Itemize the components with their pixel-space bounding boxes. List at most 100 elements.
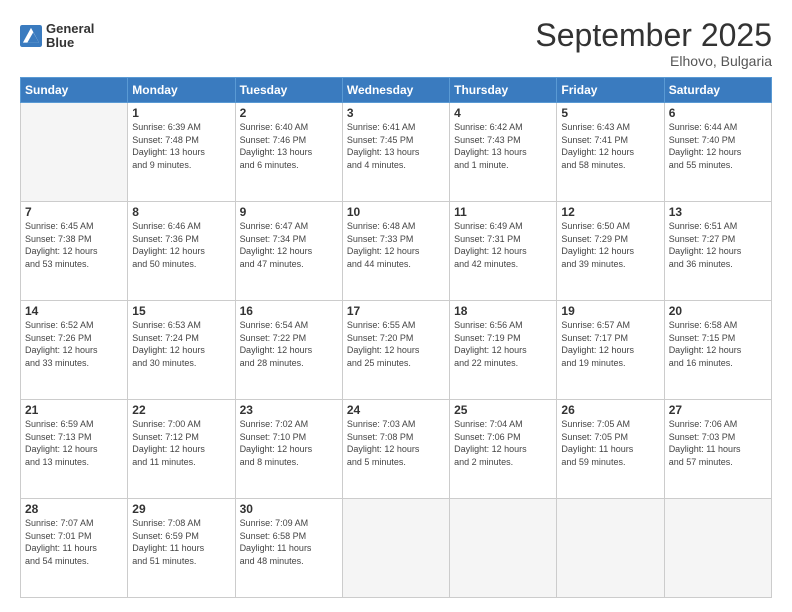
day-number: 9 — [240, 205, 338, 219]
day-number: 27 — [669, 403, 767, 417]
calendar-week-row: 7Sunrise: 6:45 AM Sunset: 7:38 PM Daylig… — [21, 202, 772, 301]
calendar-day-cell: 21Sunrise: 6:59 AM Sunset: 7:13 PM Dayli… — [21, 400, 128, 499]
page-subtitle: Elhovo, Bulgaria — [535, 53, 772, 69]
day-number: 23 — [240, 403, 338, 417]
day-number: 8 — [132, 205, 230, 219]
calendar-day-cell: 13Sunrise: 6:51 AM Sunset: 7:27 PM Dayli… — [664, 202, 771, 301]
calendar-day-cell: 6Sunrise: 6:44 AM Sunset: 7:40 PM Daylig… — [664, 103, 771, 202]
day-number: 11 — [454, 205, 552, 219]
calendar-day-cell: 26Sunrise: 7:05 AM Sunset: 7:05 PM Dayli… — [557, 400, 664, 499]
calendar-day-cell: 25Sunrise: 7:04 AM Sunset: 7:06 PM Dayli… — [450, 400, 557, 499]
day-info: Sunrise: 6:49 AM Sunset: 7:31 PM Dayligh… — [454, 220, 552, 270]
logo-line1: General — [46, 22, 94, 36]
day-info: Sunrise: 6:47 AM Sunset: 7:34 PM Dayligh… — [240, 220, 338, 270]
calendar-day-cell: 16Sunrise: 6:54 AM Sunset: 7:22 PM Dayli… — [235, 301, 342, 400]
calendar-day-cell — [342, 499, 449, 598]
calendar-day-cell: 18Sunrise: 6:56 AM Sunset: 7:19 PM Dayli… — [450, 301, 557, 400]
day-info: Sunrise: 6:52 AM Sunset: 7:26 PM Dayligh… — [25, 319, 123, 369]
day-number: 29 — [132, 502, 230, 516]
day-info: Sunrise: 6:55 AM Sunset: 7:20 PM Dayligh… — [347, 319, 445, 369]
calendar-day-cell: 3Sunrise: 6:41 AM Sunset: 7:45 PM Daylig… — [342, 103, 449, 202]
calendar-day-cell: 5Sunrise: 6:43 AM Sunset: 7:41 PM Daylig… — [557, 103, 664, 202]
day-info: Sunrise: 6:57 AM Sunset: 7:17 PM Dayligh… — [561, 319, 659, 369]
calendar-day-cell: 10Sunrise: 6:48 AM Sunset: 7:33 PM Dayli… — [342, 202, 449, 301]
day-number: 28 — [25, 502, 123, 516]
page-title: September 2025 — [535, 18, 772, 53]
calendar-day-cell — [664, 499, 771, 598]
day-info: Sunrise: 6:59 AM Sunset: 7:13 PM Dayligh… — [25, 418, 123, 468]
day-number: 4 — [454, 106, 552, 120]
day-number: 15 — [132, 304, 230, 318]
calendar-weekday-wednesday: Wednesday — [342, 78, 449, 103]
day-number: 6 — [669, 106, 767, 120]
calendar-weekday-sunday: Sunday — [21, 78, 128, 103]
day-number: 14 — [25, 304, 123, 318]
calendar-day-cell: 4Sunrise: 6:42 AM Sunset: 7:43 PM Daylig… — [450, 103, 557, 202]
day-number: 24 — [347, 403, 445, 417]
day-number: 13 — [669, 205, 767, 219]
calendar-day-cell: 23Sunrise: 7:02 AM Sunset: 7:10 PM Dayli… — [235, 400, 342, 499]
calendar-day-cell: 30Sunrise: 7:09 AM Sunset: 6:58 PM Dayli… — [235, 499, 342, 598]
logo: General Blue — [20, 22, 94, 51]
calendar-day-cell: 12Sunrise: 6:50 AM Sunset: 7:29 PM Dayli… — [557, 202, 664, 301]
calendar-day-cell: 1Sunrise: 6:39 AM Sunset: 7:48 PM Daylig… — [128, 103, 235, 202]
calendar-day-cell: 22Sunrise: 7:00 AM Sunset: 7:12 PM Dayli… — [128, 400, 235, 499]
day-number: 16 — [240, 304, 338, 318]
day-info: Sunrise: 6:43 AM Sunset: 7:41 PM Dayligh… — [561, 121, 659, 171]
day-number: 22 — [132, 403, 230, 417]
title-block: September 2025 Elhovo, Bulgaria — [535, 18, 772, 69]
day-number: 18 — [454, 304, 552, 318]
calendar-day-cell: 9Sunrise: 6:47 AM Sunset: 7:34 PM Daylig… — [235, 202, 342, 301]
day-number: 21 — [25, 403, 123, 417]
day-number: 12 — [561, 205, 659, 219]
day-info: Sunrise: 6:56 AM Sunset: 7:19 PM Dayligh… — [454, 319, 552, 369]
day-number: 19 — [561, 304, 659, 318]
day-number: 3 — [347, 106, 445, 120]
day-number: 7 — [25, 205, 123, 219]
day-info: Sunrise: 6:53 AM Sunset: 7:24 PM Dayligh… — [132, 319, 230, 369]
day-number: 1 — [132, 106, 230, 120]
calendar-day-cell — [557, 499, 664, 598]
calendar-weekday-friday: Friday — [557, 78, 664, 103]
day-info: Sunrise: 6:44 AM Sunset: 7:40 PM Dayligh… — [669, 121, 767, 171]
day-number: 30 — [240, 502, 338, 516]
calendar-day-cell: 29Sunrise: 7:08 AM Sunset: 6:59 PM Dayli… — [128, 499, 235, 598]
day-info: Sunrise: 6:50 AM Sunset: 7:29 PM Dayligh… — [561, 220, 659, 270]
page-header: General Blue September 2025 Elhovo, Bulg… — [20, 18, 772, 69]
day-number: 5 — [561, 106, 659, 120]
calendar-week-row: 28Sunrise: 7:07 AM Sunset: 7:01 PM Dayli… — [21, 499, 772, 598]
calendar-week-row: 21Sunrise: 6:59 AM Sunset: 7:13 PM Dayli… — [21, 400, 772, 499]
calendar-day-cell: 28Sunrise: 7:07 AM Sunset: 7:01 PM Dayli… — [21, 499, 128, 598]
day-info: Sunrise: 6:45 AM Sunset: 7:38 PM Dayligh… — [25, 220, 123, 270]
day-info: Sunrise: 6:40 AM Sunset: 7:46 PM Dayligh… — [240, 121, 338, 171]
day-info: Sunrise: 6:46 AM Sunset: 7:36 PM Dayligh… — [132, 220, 230, 270]
calendar-day-cell — [450, 499, 557, 598]
day-info: Sunrise: 7:06 AM Sunset: 7:03 PM Dayligh… — [669, 418, 767, 468]
calendar-day-cell: 11Sunrise: 6:49 AM Sunset: 7:31 PM Dayli… — [450, 202, 557, 301]
day-info: Sunrise: 7:08 AM Sunset: 6:59 PM Dayligh… — [132, 517, 230, 567]
calendar-weekday-tuesday: Tuesday — [235, 78, 342, 103]
day-info: Sunrise: 6:58 AM Sunset: 7:15 PM Dayligh… — [669, 319, 767, 369]
day-info: Sunrise: 6:42 AM Sunset: 7:43 PM Dayligh… — [454, 121, 552, 171]
day-info: Sunrise: 6:51 AM Sunset: 7:27 PM Dayligh… — [669, 220, 767, 270]
day-number: 10 — [347, 205, 445, 219]
day-info: Sunrise: 6:39 AM Sunset: 7:48 PM Dayligh… — [132, 121, 230, 171]
day-info: Sunrise: 6:48 AM Sunset: 7:33 PM Dayligh… — [347, 220, 445, 270]
day-info: Sunrise: 7:07 AM Sunset: 7:01 PM Dayligh… — [25, 517, 123, 567]
day-info: Sunrise: 7:04 AM Sunset: 7:06 PM Dayligh… — [454, 418, 552, 468]
calendar-week-row: 1Sunrise: 6:39 AM Sunset: 7:48 PM Daylig… — [21, 103, 772, 202]
day-info: Sunrise: 7:02 AM Sunset: 7:10 PM Dayligh… — [240, 418, 338, 468]
calendar-day-cell: 20Sunrise: 6:58 AM Sunset: 7:15 PM Dayli… — [664, 301, 771, 400]
calendar-weekday-thursday: Thursday — [450, 78, 557, 103]
day-info: Sunrise: 7:09 AM Sunset: 6:58 PM Dayligh… — [240, 517, 338, 567]
calendar-table: SundayMondayTuesdayWednesdayThursdayFrid… — [20, 77, 772, 598]
day-number: 25 — [454, 403, 552, 417]
calendar-day-cell: 8Sunrise: 6:46 AM Sunset: 7:36 PM Daylig… — [128, 202, 235, 301]
day-number: 20 — [669, 304, 767, 318]
day-info: Sunrise: 7:03 AM Sunset: 7:08 PM Dayligh… — [347, 418, 445, 468]
day-info: Sunrise: 6:41 AM Sunset: 7:45 PM Dayligh… — [347, 121, 445, 171]
calendar-day-cell: 19Sunrise: 6:57 AM Sunset: 7:17 PM Dayli… — [557, 301, 664, 400]
calendar-day-cell: 17Sunrise: 6:55 AM Sunset: 7:20 PM Dayli… — [342, 301, 449, 400]
day-number: 2 — [240, 106, 338, 120]
calendar-day-cell: 27Sunrise: 7:06 AM Sunset: 7:03 PM Dayli… — [664, 400, 771, 499]
